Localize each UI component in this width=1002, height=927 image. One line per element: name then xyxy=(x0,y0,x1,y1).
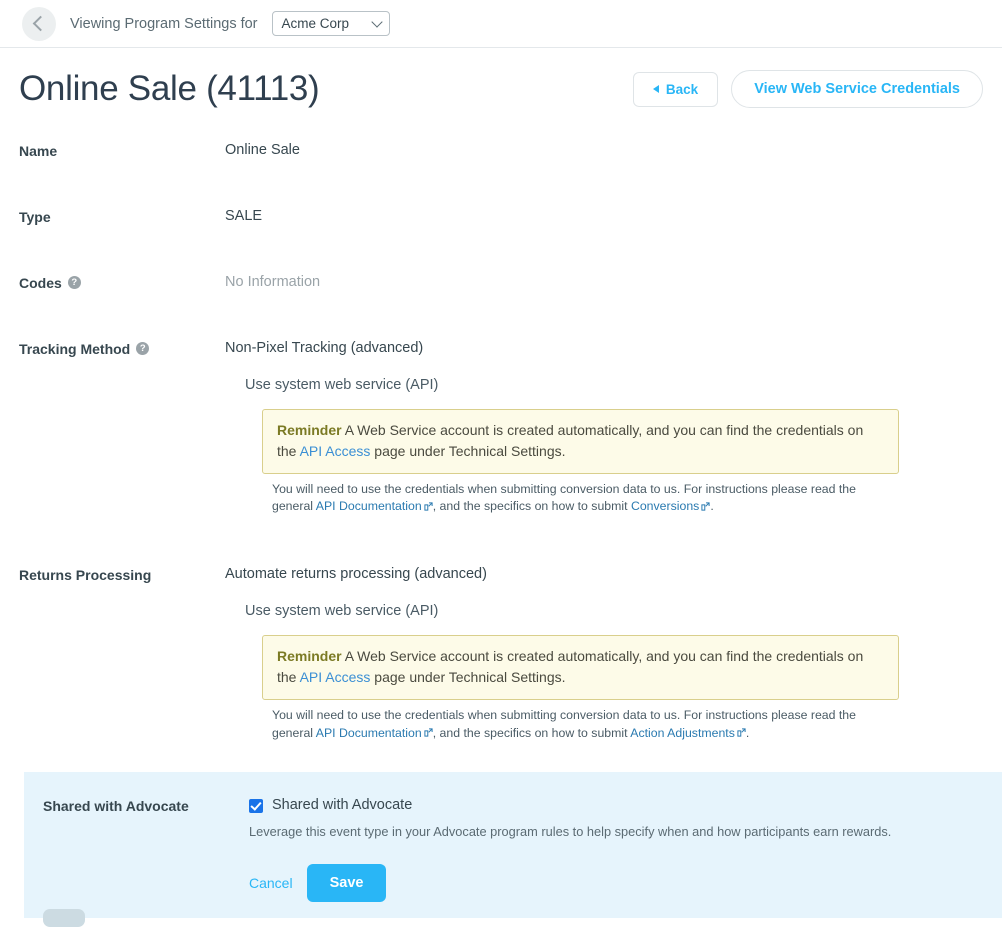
row-label: Returns Processing xyxy=(19,566,225,583)
row-label: Codes ? xyxy=(19,274,225,291)
row-value: SALE xyxy=(225,207,263,224)
form-actions: Cancel Save xyxy=(249,863,1002,902)
bottom-partial-element xyxy=(43,908,85,927)
shared-checkbox-row[interactable]: Shared with Advocate xyxy=(249,797,1002,813)
chevron-left-icon xyxy=(32,15,49,32)
row-label-text: Type xyxy=(19,208,51,225)
viewing-label: Viewing Program Settings for xyxy=(70,15,258,32)
row-label-text: Name xyxy=(19,142,58,159)
reminder-callout: Reminder A Web Service account is create… xyxy=(262,408,899,474)
help-icon[interactable]: ? xyxy=(136,342,150,355)
note-text-2: , and the specifics on how to submit xyxy=(432,499,631,514)
cancel-button[interactable]: Cancel xyxy=(249,875,293,891)
row-label-text: Tracking Method xyxy=(19,340,131,357)
note-text-3: . xyxy=(745,725,750,740)
form-row-name: Name Online Sale xyxy=(19,142,983,159)
form-row-tracking-method: Tracking Method ? Non-Pixel Tracking (ad… xyxy=(19,340,983,517)
reminder-callout: Reminder A Web Service account is create… xyxy=(262,635,899,701)
api-access-link[interactable]: API Access xyxy=(300,443,371,459)
shared-with-advocate-checkbox[interactable] xyxy=(249,798,263,813)
shared-content: Shared with Advocate Leverage this event… xyxy=(249,797,1002,902)
reminder-text-2: page under Technical Settings. xyxy=(370,669,566,686)
reminder-text-2: page under Technical Settings. xyxy=(370,442,566,459)
header-actions: Back View Web Service Credentials xyxy=(632,70,983,109)
page-title: Online Sale (41113) xyxy=(19,69,320,108)
save-button[interactable]: Save xyxy=(306,863,387,902)
row-label-text: Returns Processing xyxy=(19,567,152,584)
row-value: Automate returns processing (advanced) xyxy=(225,566,487,583)
shared-label-text: Shared with Advocate xyxy=(43,797,189,814)
back-button[interactable]: Back xyxy=(632,71,719,107)
shared-row-label: Shared with Advocate xyxy=(43,797,249,814)
triangle-left-icon xyxy=(652,85,659,94)
row-label: Tracking Method ? xyxy=(19,340,225,357)
external-link-icon xyxy=(424,502,433,511)
back-circle-button[interactable] xyxy=(22,6,56,41)
api-access-link[interactable]: API Access xyxy=(300,669,371,685)
shared-row: Shared with Advocate Shared with Advocat… xyxy=(24,797,1002,902)
organization-select-value: Acme Corp xyxy=(281,16,350,31)
note-text-2: , and the specifics on how to submit xyxy=(432,725,631,740)
top-bar: Viewing Program Settings for Acme Corp xyxy=(0,0,1002,48)
reminder-note: You will need to use the credentials whe… xyxy=(272,707,899,743)
sub-option-label: Use system web service (API) xyxy=(245,376,439,393)
row-value: Online Sale xyxy=(225,141,300,158)
external-link-icon xyxy=(424,728,433,738)
shared-description: Leverage this event type in your Advocat… xyxy=(249,823,892,839)
reminder-strong: Reminder xyxy=(277,648,342,665)
shared-checkbox-label: Shared with Advocate xyxy=(272,796,413,813)
row-label: Type xyxy=(19,208,225,225)
sub-option-label: Use system web service (API) xyxy=(245,603,439,620)
row-value: Non-Pixel Tracking (advanced) xyxy=(225,339,424,356)
help-icon[interactable]: ? xyxy=(67,276,81,289)
reminder-note: You will need to use the credentials whe… xyxy=(272,481,899,517)
action-adjustments-link[interactable]: Action Adjustments xyxy=(630,726,735,740)
row-label: Name xyxy=(19,142,225,159)
shared-with-advocate-panel: Shared with Advocate Shared with Advocat… xyxy=(24,771,1002,927)
back-button-label: Back xyxy=(665,81,699,97)
form-row-type: Type SALE xyxy=(19,208,983,225)
settings-form: Name Online Sale Type SALE Codes ? No In… xyxy=(0,142,1002,743)
row-value-group: Non-Pixel Tracking (advanced) Use system… xyxy=(225,340,983,517)
api-documentation-link[interactable]: API Documentation xyxy=(316,726,422,740)
form-row-codes: Codes ? No Information xyxy=(19,274,983,291)
chevron-down-icon xyxy=(370,16,383,28)
form-row-returns-processing: Returns Processing Automate returns proc… xyxy=(19,566,983,743)
view-web-service-credentials-button[interactable]: View Web Service Credentials xyxy=(731,70,983,109)
row-value: No Information xyxy=(225,273,321,290)
organization-select[interactable]: Acme Corp xyxy=(271,11,390,36)
row-value-group: Automate returns processing (advanced) U… xyxy=(225,566,983,743)
api-documentation-link[interactable]: API Documentation xyxy=(316,499,422,513)
note-text-3: . xyxy=(710,499,714,514)
conversions-link[interactable]: Conversions xyxy=(631,499,699,513)
page-header: Online Sale (41113) Back View Web Servic… xyxy=(0,48,1002,109)
external-link-icon xyxy=(737,728,746,738)
reminder-strong: Reminder xyxy=(277,421,342,438)
row-label-text: Codes xyxy=(19,274,62,291)
external-link-icon xyxy=(701,502,710,511)
